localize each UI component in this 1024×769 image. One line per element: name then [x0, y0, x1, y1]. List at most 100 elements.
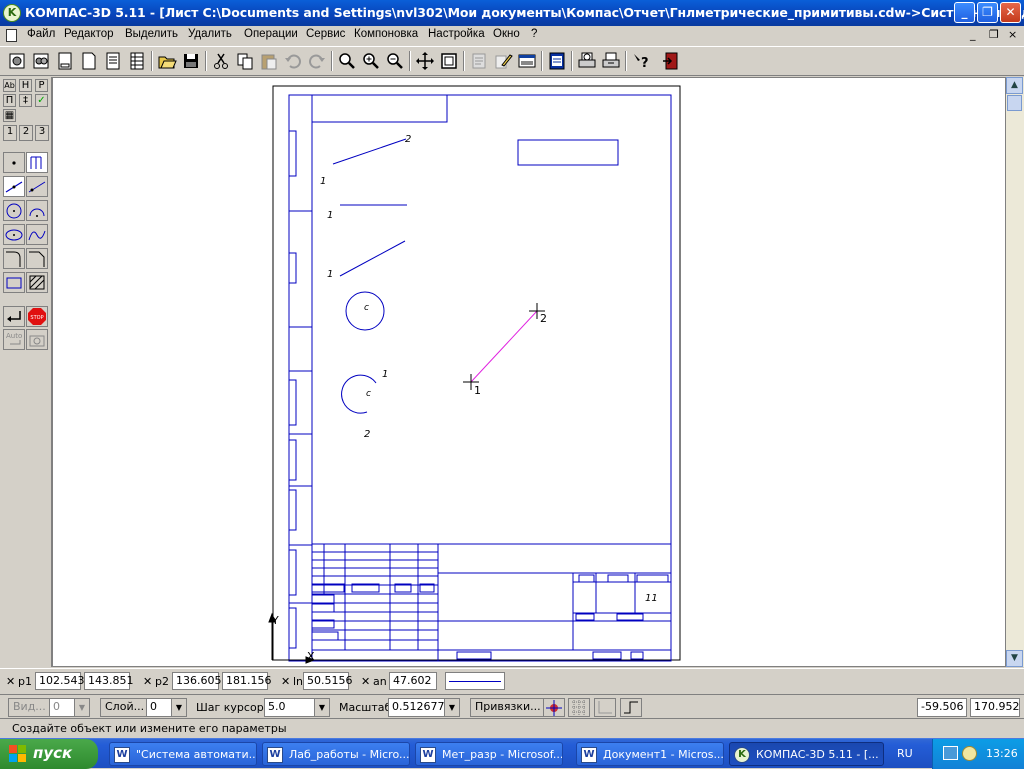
- task-button-3[interactable]: W Мет_разр - Microsof...: [415, 742, 563, 766]
- p1-x-field[interactable]: 102.543: [35, 672, 85, 690]
- task-button-5[interactable]: K КОМПАС-3D 5.11 - [...: [729, 742, 884, 766]
- spline-button[interactable]: [26, 224, 48, 245]
- chamfer-button[interactable]: [26, 248, 48, 269]
- help-button[interactable]: ?: [630, 50, 652, 72]
- tab-fragment-icon[interactable]: ▦: [3, 109, 16, 122]
- rectangle-button[interactable]: [3, 272, 25, 293]
- ortho-button[interactable]: [620, 698, 642, 717]
- menu-service[interactable]: Сервис: [306, 28, 345, 40]
- new-sheet-button[interactable]: [54, 50, 76, 72]
- enter-button[interactable]: [3, 306, 25, 327]
- snap-toggle-button[interactable]: [543, 698, 565, 717]
- menu-layout[interactable]: Компоновка: [354, 28, 418, 40]
- tab-parameters[interactable]: P: [35, 79, 48, 92]
- angle-field[interactable]: 47.602: [389, 672, 437, 690]
- new-part-button[interactable]: [6, 50, 28, 72]
- ln-lock-icon[interactable]: ✕: [281, 675, 290, 688]
- manager-button[interactable]: [546, 50, 568, 72]
- p1-y-field[interactable]: 143.851: [84, 672, 134, 690]
- open-button[interactable]: [156, 50, 178, 72]
- view-button[interactable]: Вид...: [8, 698, 51, 717]
- scale-select[interactable]: 0.512677 ▼: [388, 698, 460, 717]
- network-icon[interactable]: [943, 746, 958, 760]
- language-indicator[interactable]: RU: [897, 747, 913, 760]
- menu-help[interactable]: ?: [531, 28, 537, 40]
- vertical-scrollbar[interactable]: ▲ ▼: [1006, 77, 1024, 667]
- task-button-4[interactable]: W Документ1 - Micros...: [576, 742, 724, 766]
- grid-toggle-button[interactable]: [568, 698, 590, 717]
- document-icon[interactable]: [6, 29, 17, 42]
- zoom-in-button[interactable]: [360, 50, 382, 72]
- ellipse-button[interactable]: [3, 224, 25, 245]
- tab-select[interactable]: ✓: [35, 94, 48, 107]
- circle-button[interactable]: [3, 200, 25, 221]
- local-cs-button[interactable]: [594, 698, 616, 717]
- redo-button[interactable]: [306, 50, 328, 72]
- menu-operations[interactable]: Операции: [244, 28, 298, 40]
- p2-x-field[interactable]: 136.605: [172, 672, 222, 690]
- preview-button[interactable]: [516, 50, 538, 72]
- line-style-field[interactable]: [445, 672, 505, 690]
- fillet-button[interactable]: [3, 248, 25, 269]
- layer-3[interactable]: 3: [35, 125, 49, 141]
- menu-select[interactable]: Выделить: [125, 28, 178, 40]
- new-spec-button[interactable]: [126, 50, 148, 72]
- scroll-up-button[interactable]: ▲: [1006, 77, 1023, 94]
- menu-settings[interactable]: Настройка: [428, 28, 485, 40]
- an-lock-icon[interactable]: ✕: [361, 675, 370, 688]
- new-assembly-button[interactable]: [30, 50, 52, 72]
- scroll-down-button[interactable]: ▼: [1006, 650, 1023, 667]
- start-button[interactable]: пуск: [0, 739, 98, 769]
- restore-button[interactable]: ❐: [977, 2, 998, 23]
- auxiliary-line-button[interactable]: [26, 152, 48, 173]
- paste-button[interactable]: [258, 50, 280, 72]
- mdi-minimize-button[interactable]: _: [970, 28, 976, 41]
- length-field[interactable]: 50.5156: [303, 672, 353, 690]
- new-fragment-button[interactable]: [78, 50, 100, 72]
- hatch-button[interactable]: [26, 272, 48, 293]
- pan-button[interactable]: [414, 50, 436, 72]
- camera-button[interactable]: [26, 329, 48, 350]
- auto-button[interactable]: Auto: [3, 329, 25, 350]
- volume-icon[interactable]: [962, 746, 977, 761]
- layer-button[interactable]: Слой...: [100, 698, 150, 717]
- copy-button[interactable]: [234, 50, 256, 72]
- snaps-button[interactable]: Привязки...: [470, 698, 546, 717]
- segment-button[interactable]: [3, 176, 25, 197]
- menu-window[interactable]: Окно: [493, 28, 520, 40]
- stop-button[interactable]: STOP: [26, 306, 48, 327]
- print-button[interactable]: [576, 50, 598, 72]
- task-button-2[interactable]: W Лаб_работы - Micro...: [262, 742, 410, 766]
- point-button[interactable]: [3, 152, 25, 173]
- layer-1[interactable]: 1: [3, 125, 17, 141]
- tab-dimensions[interactable]: H: [19, 79, 32, 92]
- layer-2[interactable]: 2: [19, 125, 33, 141]
- p1-lock-icon[interactable]: ✕: [6, 675, 15, 688]
- p2-lock-icon[interactable]: ✕: [143, 675, 152, 688]
- menu-editor[interactable]: Редактор: [64, 28, 114, 40]
- edit-button[interactable]: [492, 50, 514, 72]
- tab-edit[interactable]: П: [3, 94, 16, 107]
- drawing-canvas[interactable]: 2 1 1 1 с с 1 2 11 1 2 Y X: [52, 77, 1006, 667]
- new-text-doc-button[interactable]: [102, 50, 124, 72]
- menu-delete[interactable]: Удалить: [188, 28, 232, 40]
- print-setup-button[interactable]: [600, 50, 622, 72]
- zoom-all-button[interactable]: [438, 50, 460, 72]
- mdi-close-button[interactable]: ×: [1008, 28, 1017, 41]
- zoom-out-button[interactable]: [384, 50, 406, 72]
- properties-button[interactable]: [468, 50, 490, 72]
- menu-file[interactable]: Файл: [27, 28, 55, 40]
- mdi-restore-button[interactable]: ❐: [989, 28, 999, 41]
- task-button-1[interactable]: W "Система автомати...: [109, 742, 257, 766]
- cursor-step-select[interactable]: 5.0 ▼: [264, 698, 330, 717]
- undo-button[interactable]: [282, 50, 304, 72]
- exit-button[interactable]: [660, 50, 682, 72]
- tab-text-tools[interactable]: Ab: [3, 79, 16, 92]
- cut-button[interactable]: [210, 50, 232, 72]
- zoom-button[interactable]: [336, 50, 358, 72]
- clock[interactable]: 13:26: [986, 747, 1018, 760]
- p2-y-field[interactable]: 181.156: [222, 672, 272, 690]
- save-button[interactable]: [180, 50, 202, 72]
- minimize-button[interactable]: _: [954, 2, 975, 23]
- scroll-thumb[interactable]: [1007, 95, 1022, 111]
